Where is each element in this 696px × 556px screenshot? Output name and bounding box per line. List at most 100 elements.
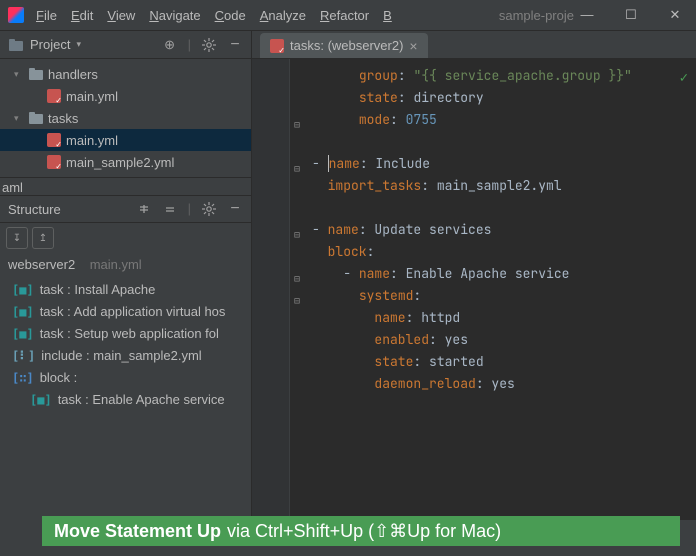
include-icon: [⠇]: [12, 348, 35, 363]
breadcrumb-file: main.yml: [90, 257, 142, 272]
menu-refactor[interactable]: Refactor: [320, 8, 369, 23]
project-tree[interactable]: ▾ handlers main.yml ▾ tasks main.yml main_samp…: [0, 59, 251, 177]
block-icon: [∷]: [12, 370, 34, 385]
yaml-file-icon: [46, 155, 62, 169]
maximize-button[interactable]: ☐: [618, 7, 644, 23]
sort-button-1[interactable]: ↧: [6, 227, 28, 249]
code-line: state: directory: [312, 87, 696, 109]
tree-row[interactable]: ▾ handlers: [0, 63, 251, 85]
collapse-all-icon[interactable]: [136, 201, 152, 217]
code-line: enabled: yes: [312, 329, 696, 351]
sort-button-2[interactable]: ↥: [32, 227, 54, 249]
code-line: - name: Enable Apache service: [312, 263, 696, 285]
task-icon: [■]: [12, 326, 34, 341]
fold-marker[interactable]: ⊟: [292, 268, 302, 290]
menu-b[interactable]: B: [383, 8, 392, 23]
structure-label: task : Setup web application fol: [40, 326, 219, 341]
code-editor[interactable]: ⊟⊟⊟⊟⊟ ✓ group: "{{ service_apache.group …: [252, 59, 696, 520]
structure-row[interactable]: [■] task : Setup web application fol: [0, 322, 251, 344]
structure-row[interactable]: [■]task : Install Apache: [0, 278, 251, 300]
structure-row[interactable]: [∷] block :: [0, 366, 251, 388]
sidebar: Project ▾ ⊕ | − ▾ handlers main.yml ▾ tasks m…: [0, 31, 252, 520]
code-line: mode: 0755: [312, 109, 696, 131]
yaml-file-icon: [46, 89, 62, 103]
menu-code[interactable]: Code: [215, 8, 246, 23]
code-line: state: started: [312, 351, 696, 373]
yaml-file-icon: [270, 39, 284, 53]
editor-area: tasks: (webserver2) × ⊟⊟⊟⊟⊟ ✓ group: "{{…: [252, 31, 696, 520]
structure-label: task : Enable Apache service: [58, 392, 225, 407]
shortcut-hint-bar: Move Statement Up via Ctrl+Shift+Up (⇧⌘U…: [42, 516, 680, 546]
tree-label: handlers: [48, 67, 98, 82]
menu-analyze[interactable]: Analyze: [260, 8, 306, 23]
folder-icon: [28, 68, 44, 80]
fold-marker[interactable]: ⊟: [292, 290, 302, 312]
fold-marker[interactable]: ⊟: [292, 114, 302, 136]
minimize-button[interactable]: —: [574, 7, 600, 23]
fold-marker[interactable]: ⊟: [292, 224, 302, 246]
tab-label: tasks: (webserver2): [290, 38, 403, 53]
fold-marker[interactable]: ⊟: [292, 158, 302, 180]
structure-label: block :: [40, 370, 78, 385]
code-line: import_tasks: main_sample2.yml: [312, 175, 696, 197]
structure-tree[interactable]: [■]task : Install Apache[■]task : Add ap…: [0, 276, 251, 412]
tree-row[interactable]: main.yml: [0, 129, 251, 151]
structure-row[interactable]: [■] task : Add application virtual hos: [0, 300, 251, 322]
tree-label: main.yml: [66, 89, 118, 104]
project-name: sample-proje: [499, 8, 574, 23]
window-controls: — ☐ ✕: [574, 7, 688, 23]
dropdown-icon[interactable]: ▾: [76, 39, 81, 50]
tree-label: tasks: [48, 111, 78, 126]
code-line: - name: Include: [312, 153, 696, 175]
hide-icon[interactable]: −: [227, 201, 243, 217]
tree-caret[interactable]: ▾: [14, 113, 24, 124]
hide-icon[interactable]: −: [227, 37, 243, 53]
menu-navigate[interactable]: Navigate: [149, 8, 200, 23]
editor-tabs: tasks: (webserver2) ×: [252, 31, 696, 59]
tree-row[interactable]: main.yml: [0, 85, 251, 107]
structure-breadcrumb: webserver2 main.yml: [0, 253, 251, 276]
editor-tab[interactable]: tasks: (webserver2) ×: [260, 33, 428, 58]
expand-all-icon[interactable]: [162, 201, 178, 217]
gutter: [252, 59, 290, 520]
gear-icon[interactable]: [201, 37, 217, 53]
structure-label: task : Add application virtual hos: [40, 304, 226, 319]
tree-row[interactable]: main_sample2.yml: [0, 151, 251, 173]
project-icon: [8, 37, 24, 53]
yaml-file-icon: [46, 133, 62, 147]
task-icon: [■]: [12, 282, 34, 297]
menu-view[interactable]: View: [107, 8, 135, 23]
structure-row[interactable]: [⠇] include : main_sample2.yml: [0, 344, 251, 366]
structure-panel-header: Structure | −: [0, 195, 251, 223]
code-line: - name: Update services: [312, 219, 696, 241]
structure-toolbar: ↧ ↥: [0, 223, 251, 253]
bottom-crumb: aml: [0, 177, 251, 195]
code-line: block:: [312, 241, 696, 263]
code-line: [312, 197, 696, 219]
menu-edit[interactable]: Edit: [71, 8, 93, 23]
gear-icon[interactable]: [201, 201, 217, 217]
tree-row[interactable]: ▾ tasks: [0, 107, 251, 129]
close-button[interactable]: ✕: [662, 7, 688, 23]
code-line: systemd:: [312, 285, 696, 307]
main-menu: File Edit View Navigate Code Analyze Refactor B: [36, 8, 491, 23]
folder-icon: [28, 112, 44, 124]
structure-label: include : main_sample2.yml: [41, 348, 201, 363]
hint-keys: via Ctrl+Shift+Up (⇧⌘Up for Mac): [227, 521, 501, 542]
hint-action: Move Statement Up: [54, 521, 221, 542]
project-panel-header: Project ▾ ⊕ | −: [0, 31, 251, 59]
inspection-ok-icon: ✓: [680, 67, 688, 89]
code-line: daemon_reload: yes: [312, 373, 696, 395]
menu-file[interactable]: File: [36, 8, 57, 23]
close-icon[interactable]: ×: [409, 38, 417, 54]
task-icon: [■]: [12, 304, 34, 319]
structure-panel-title: Structure: [8, 202, 61, 217]
tree-label: main_sample2.yml: [66, 155, 174, 170]
code-line: [312, 131, 696, 153]
select-opened-file-icon[interactable]: ⊕: [162, 37, 178, 53]
tree-caret[interactable]: ▾: [14, 69, 24, 80]
structure-row[interactable]: [■] task : Enable Apache service: [0, 388, 251, 410]
fold-area: ⊟⊟⊟⊟⊟: [290, 59, 304, 520]
task-icon: [■]: [30, 392, 52, 407]
code-line: group: "{{ service_apache.group }}": [312, 65, 696, 87]
